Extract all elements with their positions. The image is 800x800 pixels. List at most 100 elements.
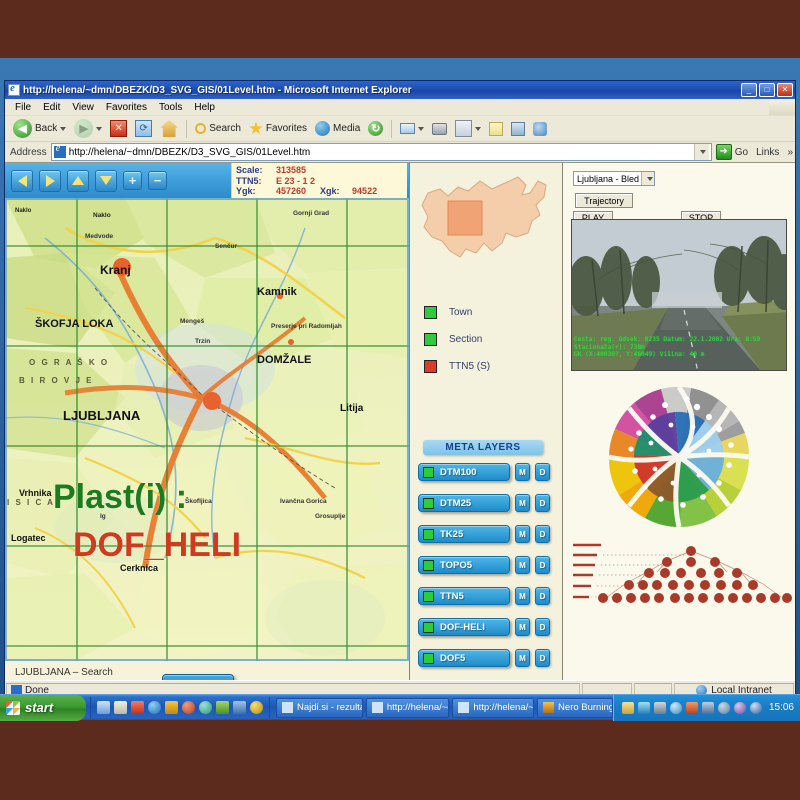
links-chevron-icon[interactable]: » [787, 147, 793, 158]
layer-d-button-ttn5[interactable]: D [535, 587, 550, 605]
address-input[interactable]: http://helena/~dmn/DBEZK/D3_SVG_GIS/01Le… [50, 143, 712, 161]
messenger-button[interactable] [530, 118, 550, 140]
zoom-in-button[interactable]: + [123, 171, 142, 190]
pan-down-button[interactable] [95, 169, 117, 192]
overview-minimap[interactable] [410, 163, 562, 269]
home-button[interactable] [157, 118, 181, 140]
search-button[interactable]: Search [192, 118, 244, 140]
layer-m-button-tk25[interactable]: M [515, 525, 530, 543]
layer-m-button-topo5[interactable]: M [515, 556, 530, 574]
layer-checkbox-dtm25[interactable] [423, 497, 434, 509]
tray-printer-icon[interactable] [701, 701, 714, 714]
quicklaunch-icon-2[interactable] [114, 701, 127, 714]
layer-button-dof5[interactable]: DOF5 [418, 649, 510, 667]
address-dropdown-icon[interactable] [693, 144, 709, 160]
layer-m-button-ttn5[interactable]: M [515, 587, 530, 605]
layer-d-button-tk25[interactable]: D [535, 525, 550, 543]
forward-dropdown-icon[interactable] [96, 126, 103, 131]
mail-dropdown-icon[interactable] [418, 126, 425, 131]
menu-tools[interactable]: Tools [153, 101, 188, 114]
quicklaunch-icon-7[interactable] [199, 701, 212, 714]
task-button-najdi[interactable]: Najdi.si - rezultati - M... [276, 697, 363, 718]
layer-button-dtm25[interactable]: DTM25 [418, 494, 510, 512]
edit-dropdown-icon[interactable] [475, 126, 482, 131]
menu-help[interactable]: Help [188, 101, 221, 114]
tray-mail-icon[interactable] [621, 701, 634, 714]
layer-button-topo5[interactable]: TOPO5 [418, 556, 510, 574]
media-button[interactable]: Media [312, 118, 363, 140]
task-button-helena-1[interactable]: http://helena/~dmn/ ... [365, 697, 450, 718]
quicklaunch-icon-3[interactable] [131, 701, 144, 714]
quicklaunch-icon-8[interactable] [216, 701, 229, 714]
quicklaunch-icon-10[interactable] [250, 701, 263, 714]
back-dropdown-icon[interactable] [60, 126, 67, 131]
history-button[interactable]: ↻ [365, 118, 386, 140]
pan-right-button[interactable] [39, 169, 61, 192]
discuss-button[interactable] [508, 118, 528, 140]
pan-left-button[interactable] [11, 169, 33, 192]
route-select[interactable]: Ljubljana - Bled [573, 171, 655, 186]
tray-volume-icon[interactable] [669, 701, 682, 714]
zoom-out-button[interactable]: − [148, 171, 167, 190]
layer-checkbox-dof-heli[interactable] [423, 621, 434, 633]
edit-button[interactable] [452, 118, 484, 140]
maximize-button[interactable]: □ [759, 83, 775, 97]
quicklaunch-icon-6[interactable] [182, 701, 195, 714]
start-button[interactable]: start [0, 694, 86, 721]
quicklaunch-icon-1[interactable] [97, 701, 110, 714]
quicklaunch-icon-4[interactable] [148, 701, 161, 714]
tray-shield-icon[interactable] [717, 701, 730, 714]
quicklaunch-icon-5[interactable] [165, 701, 178, 714]
layer-d-button-dof-heli[interactable]: D [535, 618, 550, 636]
layer-button-tk25[interactable]: TK25 [418, 525, 510, 543]
forward-button[interactable]: ▶ [71, 118, 105, 140]
layer-checkbox-topo5[interactable] [423, 559, 434, 571]
search-button[interactable]: Search [162, 674, 234, 680]
menu-edit[interactable]: Edit [37, 101, 66, 114]
layer-checkbox-ttn5[interactable] [423, 590, 434, 602]
notes-button[interactable] [486, 118, 506, 140]
tray-misc-icon[interactable] [733, 701, 746, 714]
trajectory-button[interactable]: Trajectory [575, 193, 633, 208]
layer-checkbox-dtm100[interactable] [423, 466, 434, 478]
video-preview[interactable]: Cesta: reg. Odsek: 0235 Datum: 22.1.2002… [571, 219, 787, 371]
task-button-helena-2[interactable]: http://helena/~dmn/... [452, 697, 535, 718]
print-button[interactable] [429, 118, 450, 140]
task-button-nero[interactable]: Nero Burning ROM [537, 697, 613, 718]
clock[interactable]: 15:06 [769, 702, 794, 713]
refresh-button[interactable]: ⟳ [132, 118, 155, 140]
menu-file[interactable]: File [9, 101, 37, 114]
tray-update-icon[interactable] [685, 701, 698, 714]
close-button[interactable]: ✕ [777, 83, 793, 97]
menu-view[interactable]: View [66, 101, 100, 114]
back-button[interactable]: ◀ Back [10, 118, 69, 140]
layer-button-dof-heli[interactable]: DOF-HELI [418, 618, 510, 636]
chevron-down-icon[interactable] [641, 172, 654, 185]
layer-d-button-dtm25[interactable]: D [535, 494, 550, 512]
tray-network-icon[interactable] [653, 701, 666, 714]
tray-clock-icon[interactable] [749, 701, 762, 714]
layer-m-button-dof-heli[interactable]: M [515, 618, 530, 636]
tray-messenger-icon[interactable] [637, 701, 650, 714]
layer-m-button-dtm25[interactable]: M [515, 494, 530, 512]
go-button[interactable]: ➜ Go [715, 144, 748, 160]
layer-button-dtm100[interactable]: DTM100 [418, 463, 510, 481]
layer-d-button-dtm100[interactable]: D [535, 463, 550, 481]
layer-m-button-dof5[interactable]: M [515, 649, 530, 667]
pan-up-button[interactable] [67, 169, 89, 192]
layer-d-button-dof5[interactable]: D [535, 649, 550, 667]
favorites-button[interactable]: Favorites [246, 118, 310, 140]
links-label[interactable]: Links [756, 147, 779, 158]
mail-button[interactable] [397, 118, 427, 140]
map-canvas[interactable]: Naklo Naklo Kranj Kamnik ŠKOFJA LOKA DOM… [5, 198, 409, 661]
layer-button-ttn5[interactable]: TTN5 [418, 587, 510, 605]
quicklaunch-icon-9[interactable] [233, 701, 246, 714]
task-ie-icon [371, 702, 383, 713]
stop-button[interactable]: ✕ [107, 118, 130, 140]
minimize-button[interactable]: _ [741, 83, 757, 97]
menu-favorites[interactable]: Favorites [100, 101, 153, 114]
layer-checkbox-tk25[interactable] [423, 528, 434, 540]
layer-d-button-topo5[interactable]: D [535, 556, 550, 574]
layer-m-button-dtm100[interactable]: M [515, 463, 530, 481]
layer-checkbox-dof5[interactable] [423, 652, 434, 664]
